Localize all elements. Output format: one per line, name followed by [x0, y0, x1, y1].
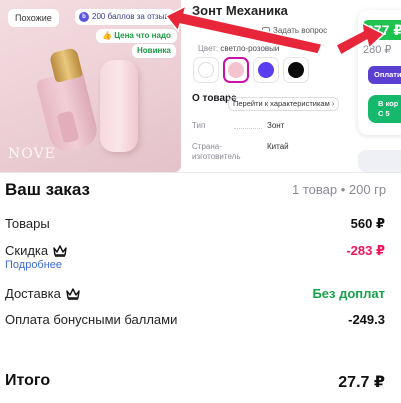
spec-row-type: Тип Зонт — [192, 121, 342, 130]
good-price-label: Цена что надо — [114, 31, 171, 40]
old-price: 280 ₽ — [363, 44, 392, 56]
question-icon — [262, 26, 270, 35]
section-divider — [0, 172, 401, 173]
review-points-label: 200 баллов за отзыв — [92, 12, 169, 21]
pay-option-button[interactable]: Оплатите — [368, 66, 401, 84]
delivery-label-text: Доставка — [5, 286, 61, 301]
bonus-points-icon: b — [79, 12, 89, 22]
review-points-badge: b 200 баллов за отзыв — [75, 9, 175, 25]
ask-question-label: Задать вопрос — [273, 26, 328, 35]
items-label: Товары — [5, 216, 50, 231]
ask-question-link[interactable]: Задать вопрос — [262, 26, 327, 35]
product-image[interactable]: Похожие b 200 баллов за отзыв 👍 Цена что… — [0, 0, 181, 172]
current-price: 277 ₽ — [363, 20, 401, 40]
items-label-text: Товары — [5, 216, 50, 231]
swatch-purple[interactable] — [253, 57, 279, 83]
discount-value: -283 ₽ — [346, 243, 385, 258]
order-title: Ваш заказ — [5, 180, 90, 199]
crown-icon — [66, 287, 80, 300]
delivery-date-label: С 5 — [378, 109, 390, 118]
color-label: Цвет: светло-розовый — [198, 44, 279, 53]
discount-details-link[interactable]: Подробнее — [5, 259, 62, 271]
spec-dots — [234, 128, 262, 129]
swatch-purple-dot — [258, 62, 274, 78]
umbrella-case-image — [100, 60, 138, 152]
spec-value: Китай — [267, 142, 289, 151]
spec-row-country: Страна-изготовитель Китай — [192, 142, 342, 162]
spec-label: Страна-изготовитель — [192, 142, 241, 161]
brand-logo: NOVE — [8, 146, 56, 162]
bonus-payment-label: Оплата бонусными баллами — [5, 312, 177, 327]
product-title: Зонт Механика — [192, 3, 288, 18]
add-to-cart-label: В кор — [378, 99, 399, 108]
thumbs-up-icon: 👍 — [102, 31, 112, 40]
color-label-prefix: Цвет: — [198, 44, 219, 53]
crown-icon — [53, 244, 67, 257]
color-value: светло-розовый — [220, 44, 280, 53]
color-swatches — [193, 57, 309, 83]
swatch-black[interactable] — [283, 57, 309, 83]
side-panel-strip — [358, 150, 401, 172]
go-to-specs-label: Перейти к характеристикам — [233, 99, 330, 108]
spec-label: Тип — [192, 121, 206, 130]
swatch-light-pink[interactable] — [223, 57, 249, 83]
total-label: Итого — [5, 372, 51, 389]
delivery-label: Доставка — [5, 286, 80, 301]
go-to-specs-button[interactable]: Перейти к характеристикам › — [228, 97, 340, 111]
total-value: 27.7 ₽ — [338, 374, 385, 391]
good-price-badge: 👍 Цена что надо — [96, 29, 177, 43]
swatch-white-dot — [198, 62, 214, 78]
spec-value: Зонт — [267, 121, 285, 130]
new-badge: Новинка — [132, 44, 176, 58]
delivery-value: Без доплат — [312, 286, 385, 301]
order-meta: 1 товар • 200 гр — [292, 182, 387, 197]
swatch-white[interactable] — [193, 57, 219, 83]
similar-button[interactable]: Похожие — [8, 9, 59, 27]
chevron-right-icon: › — [331, 99, 335, 108]
bonus-payment-label-text: Оплата бонусными баллами — [5, 312, 178, 327]
items-value: 560 ₽ — [350, 216, 385, 231]
add-to-cart-button[interactable]: В кор С 5 — [368, 95, 401, 123]
swatch-black-dot — [288, 62, 304, 78]
discount-label: Скидка — [5, 243, 67, 258]
swatch-light-pink-dot — [228, 62, 244, 78]
bonus-payment-value: -249.3 — [348, 312, 385, 327]
discount-label-text: Скидка — [5, 243, 49, 258]
